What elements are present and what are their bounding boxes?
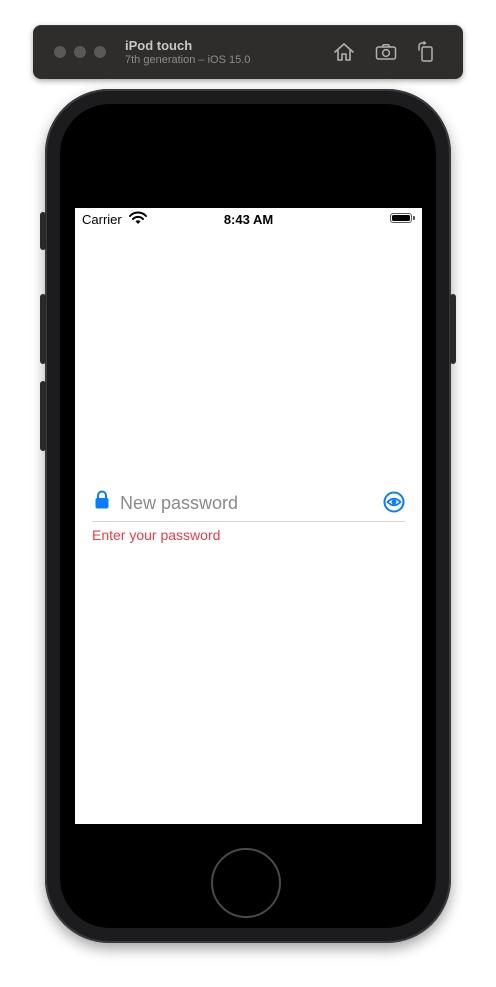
password-input[interactable] <box>120 490 370 516</box>
close-window-button[interactable] <box>54 46 66 58</box>
home-icon <box>334 43 354 61</box>
volume-up-button <box>40 294 46 364</box>
volume-down-button <box>40 381 46 451</box>
device-screen: Carrier 8:43 AM Enter your password <box>75 208 422 824</box>
new-password-field[interactable] <box>92 486 405 522</box>
device-subtitle: 7th generation – iOS 15.0 <box>125 54 251 66</box>
simulator-window: iPod touch 7th generation – iOS 15.0 Car… <box>0 0 496 987</box>
minimize-window-button[interactable] <box>74 46 86 58</box>
status-bar: Carrier 8:43 AM <box>75 208 422 230</box>
home-button-toolbar[interactable] <box>332 40 356 64</box>
battery-icon <box>390 213 412 223</box>
eye-icon[interactable] <box>382 490 406 514</box>
device-name: iPod touch <box>125 38 193 53</box>
screenshot-icon <box>375 44 397 60</box>
battery-nub <box>413 216 415 220</box>
rotate-icon <box>418 41 433 62</box>
screenshot-button[interactable] <box>374 40 398 64</box>
simulator-toolbar: iPod touch 7th generation – iOS 15.0 <box>33 25 463 79</box>
battery-level <box>392 215 410 221</box>
device-home-button[interactable] <box>211 848 281 918</box>
password-error-message: Enter your password <box>92 527 221 543</box>
status-time: 8:43 AM <box>223 212 274 227</box>
power-button <box>450 294 456 364</box>
zoom-window-button[interactable] <box>94 46 106 58</box>
mute-switch <box>40 212 46 250</box>
field-underline <box>92 521 405 522</box>
rotate-button[interactable] <box>414 40 438 64</box>
lock-icon <box>95 490 109 509</box>
